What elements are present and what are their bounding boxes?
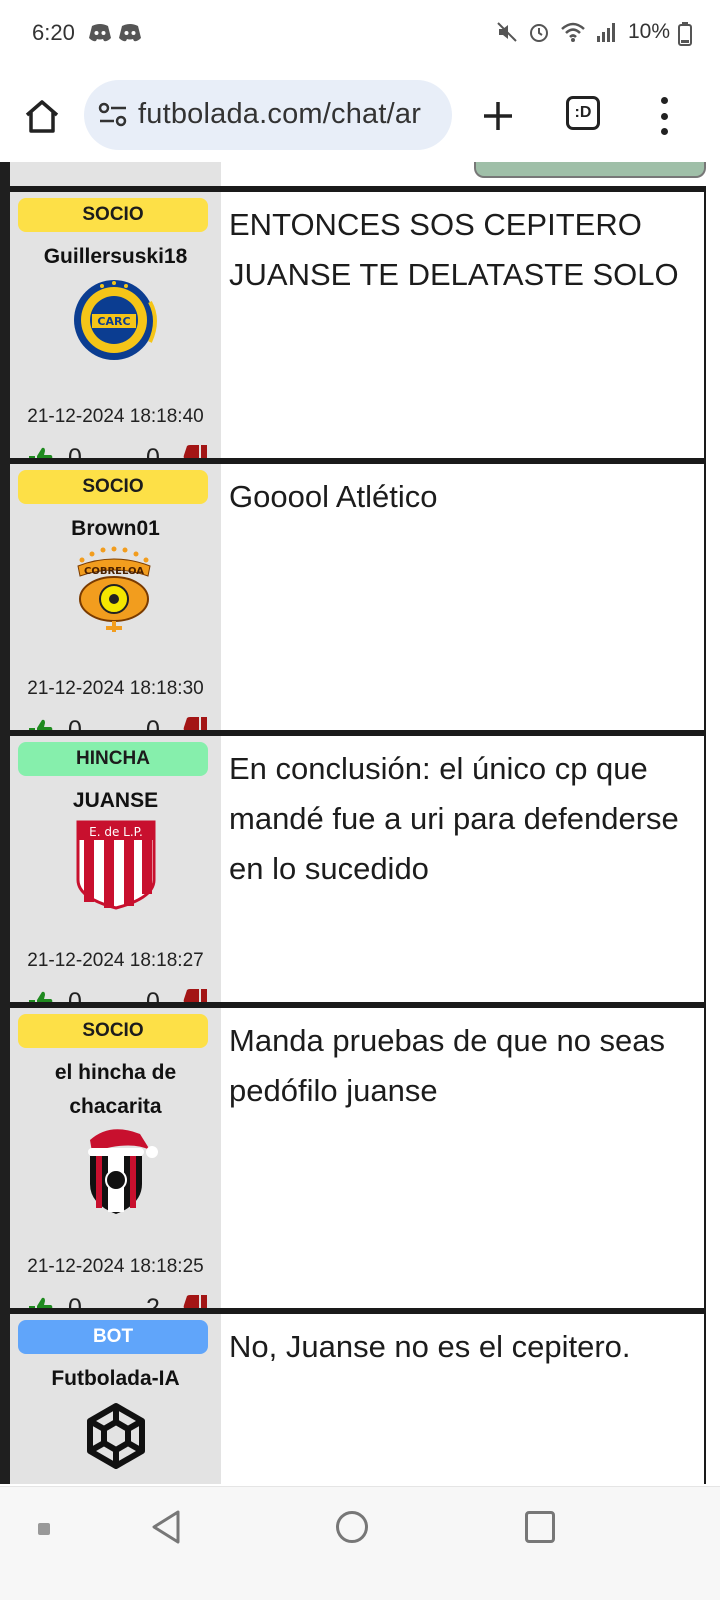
battery-icon [678,22,692,46]
status-bar: 6:20 10% [0,0,720,68]
chacarita-crest [88,1129,158,1214]
role-badge: BOT [18,1320,208,1354]
cobreloa-crest: COBRELOA [77,546,151,632]
chat-message: HINCHA JUANSE E. de L.P. 21-12-2024 18:1… [10,736,706,1016]
message-text: ENTONCES SOS CEPITERO JUANSE TE DELATAST… [229,207,679,292]
username[interactable]: JUANSE [10,784,221,818]
nav-dot-icon [38,1523,50,1535]
discord-icon [89,24,111,42]
role-badge: SOCIO [18,198,208,232]
reply-button-fragment[interactable] [474,162,706,178]
username[interactable]: Guillersuski18 [10,240,221,274]
url-text[interactable]: futbolada.com/chat/ar [138,98,421,131]
message-author-panel: SOCIO Brown01 COBRELOA 21-12-2024 18:18:… [10,464,221,744]
mute-icon [497,22,517,42]
role-badge: SOCIO [18,470,208,504]
crest-text: E. de L.P. [89,825,143,839]
alarm-icon [529,24,548,42]
role-badge: HINCHA [18,742,208,776]
chat-message: SOCIO el hincha de chacarita 21-12-2024 … [10,1008,706,1322]
message-timestamp: 21-12-2024 18:18:27 [27,950,204,971]
chat-message: SOCIO Guillersuski18 CARC 21-12-2024 18:… [10,192,706,472]
battery-percent: 10% [627,20,670,43]
username[interactable]: Brown01 [10,512,221,546]
chat-message: SOCIO Brown01 COBRELOA 21-12-2024 18:18:… [10,464,706,744]
signal-icon [596,23,615,42]
new-tab-icon[interactable] [476,94,520,138]
system-indicators: 10% [496,20,670,44]
more-menu-icon[interactable] [652,94,676,138]
message-body: Gooool Atlético [221,464,706,730]
username[interactable]: el hincha de chacarita [10,1056,221,1124]
message-timestamp: 21-12-2024 18:18:30 [27,678,204,699]
message-author-panel: SOCIO Guillersuski18 CARC 21-12-2024 18:… [10,192,221,472]
discord-icon [119,24,141,42]
message-text: Gooool Atlético [229,479,438,514]
home-icon [25,100,59,133]
browser-toolbar: futbolada.com/chat/ar :D [0,72,720,160]
username-line: el hincha de [54,1061,177,1084]
message-author-panel: BOT Futbolada-IA [10,1314,221,1484]
svg-text:COBRELOA: COBRELOA [84,566,144,577]
message-text: No, Juanse no es el cepitero. [229,1329,631,1364]
username[interactable]: Futbolada-IA [10,1362,221,1396]
tab-switcher-button[interactable]: :D [566,96,600,130]
message-author-panel: HINCHA JUANSE E. de L.P. 21-12-2024 18:1… [10,736,221,1016]
message-body: Manda pruebas de que no seas pedófilo ju… [221,1008,706,1308]
message-author-panel: SOCIO el hincha de chacarita 21-12-2024 … [10,1008,221,1322]
message-text: En conclusión: el único cp que mandé fue… [229,751,679,886]
svg-text:CARC: CARC [97,315,130,328]
rosario-central-crest: CARC [74,280,157,360]
back-icon[interactable] [150,1509,182,1545]
chat-message: BOT Futbolada-IA No, Juanse no es el cep… [10,1314,706,1484]
tab-switcher-label: :D [574,104,592,121]
wifi-icon [561,22,585,42]
notification-icons [88,22,142,44]
address-bar[interactable]: futbolada.com/chat/ar [84,80,452,150]
left-border [0,162,10,1484]
message-body: ENTONCES SOS CEPITERO JUANSE TE DELATAST… [221,192,706,458]
estudiantes-crest: E. de L.P. [76,820,156,910]
message-text: Manda pruebas de que no seas pedófilo ju… [229,1023,666,1108]
role-badge: SOCIO [18,1014,208,1048]
message-timestamp: 21-12-2024 18:18:40 [27,406,204,427]
message-timestamp: 21-12-2024 18:18:25 [27,1256,204,1277]
message-body: No, Juanse no es el cepitero. [221,1314,706,1484]
home-button[interactable] [20,94,64,138]
recents-icon[interactable] [525,1511,555,1543]
message-body: En conclusión: el único cp que mandé fue… [221,736,706,1002]
openai-logo [87,1403,145,1469]
system-nav-bar [0,1486,720,1600]
previous-message-fragment [10,162,706,186]
status-time: 6:20 [32,20,75,45]
site-settings-icon[interactable] [98,102,128,128]
chat-feed[interactable]: SOCIO Guillersuski18 CARC 21-12-2024 18:… [0,162,720,1484]
username-line: chacarita [69,1095,162,1118]
home-nav-icon[interactable] [336,1511,368,1543]
